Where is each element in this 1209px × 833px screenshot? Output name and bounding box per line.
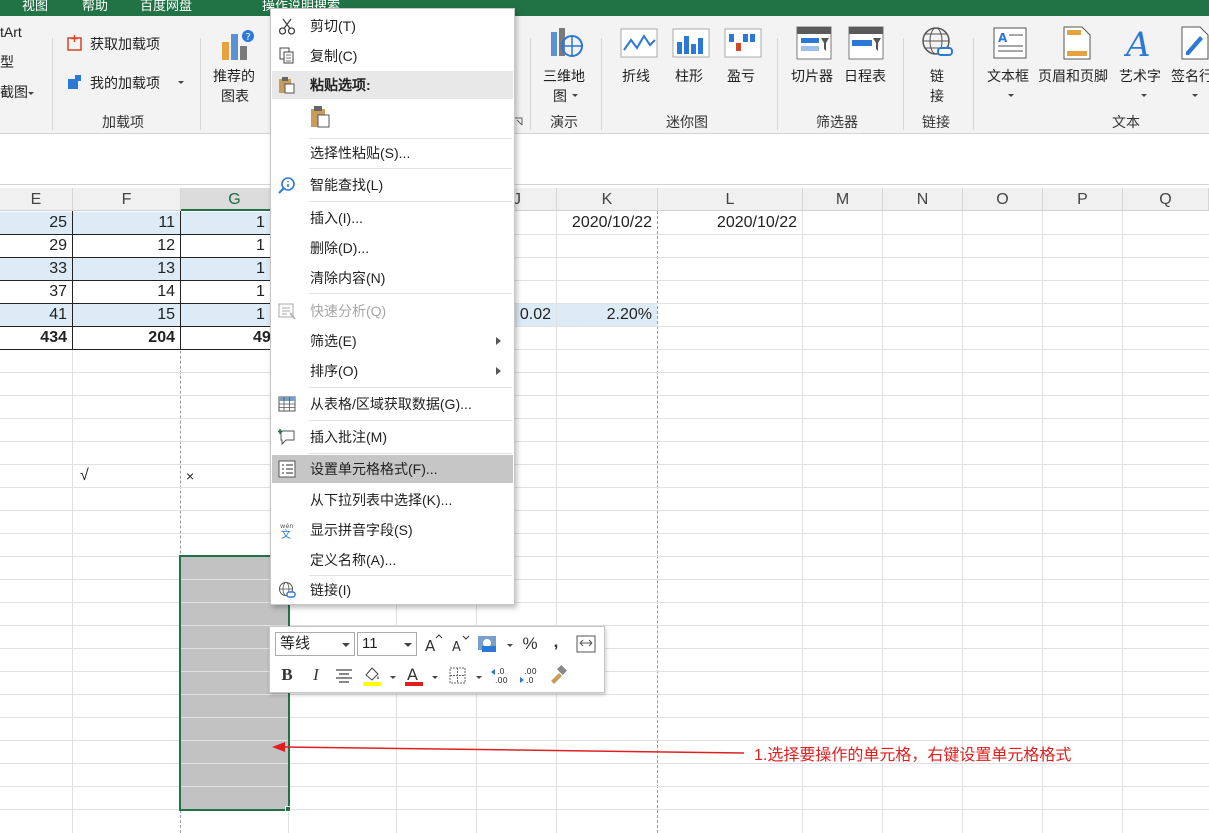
menu-item-delete[interactable]: 删除(D)...: [272, 234, 513, 262]
format-painter-icon[interactable]: [546, 663, 570, 694]
svg-text:.00: .00: [524, 667, 537, 676]
font-size-combo[interactable]: 11: [357, 632, 417, 656]
decrease-font-size-icon[interactable]: A: [450, 632, 470, 663]
phonetic-icon: wén 文: [278, 521, 296, 541]
font-color-icon[interactable]: A: [402, 663, 426, 694]
menu-item-pick-from-list[interactable]: 从下拉列表中选择(K)...: [272, 486, 513, 514]
menu-item-clear-contents[interactable]: 清除内容(N): [272, 264, 513, 292]
svg-text:文: 文: [281, 528, 291, 539]
comment-icon: [277, 428, 296, 446]
menu-item-cut[interactable]: 剪切(T): [272, 12, 513, 40]
chevron-down-icon: [390, 676, 396, 679]
submenu-arrow-icon: [496, 337, 501, 345]
menu-item-filter[interactable]: 筛选(E): [272, 327, 513, 355]
svg-text:A: A: [425, 637, 436, 655]
quick-analysis-icon: [278, 302, 296, 320]
number-format-icon[interactable]: [476, 632, 500, 663]
copy-icon: [278, 47, 296, 65]
smart-lookup-icon: [278, 176, 296, 194]
svg-text:A: A: [452, 640, 461, 655]
chevron-down-icon: [404, 643, 412, 647]
menu-item-phonetic[interactable]: wén 文 显示拼音字段(S): [272, 516, 513, 544]
chevron-down-icon: [507, 644, 513, 647]
svg-text:.0: .0: [497, 667, 505, 676]
svg-text:.00: .00: [495, 676, 508, 685]
italic-button[interactable]: I: [304, 663, 328, 687]
annotation-text: 1.选择要操作的单元格，右键设置单元格格式: [754, 747, 1072, 764]
menu-item-paste-special[interactable]: 选择性粘贴(S)...: [272, 139, 513, 167]
globe-link-icon: [278, 581, 296, 599]
align-center-icon[interactable]: [332, 663, 356, 694]
menu-item-define-name[interactable]: 定义名称(A)...: [272, 546, 513, 574]
menu-item-get-data-from-table[interactable]: 从表格/区域获取数据(G)...: [272, 390, 513, 418]
wrap-text-icon[interactable]: [575, 632, 599, 663]
menu-item-format-cells[interactable]: 设置单元格格式(F)...: [272, 455, 513, 483]
submenu-arrow-icon: [496, 367, 501, 375]
comma-style-button[interactable]: ,: [548, 630, 564, 654]
chevron-down-icon: [432, 676, 438, 679]
svg-text:A: A: [407, 665, 418, 684]
menu-item-sort[interactable]: 排序(O): [272, 357, 513, 385]
bold-button[interactable]: B: [275, 663, 299, 687]
increase-decimal-icon[interactable]: .0.00: [489, 663, 513, 694]
clipboard-icon: [278, 76, 296, 94]
borders-icon[interactable]: [446, 663, 470, 694]
increase-font-size-icon[interactable]: A: [423, 632, 443, 663]
menu-item-quick-analysis[interactable]: 快速分析(Q): [272, 297, 513, 325]
menu-item-insert[interactable]: 插入(I)...: [272, 204, 513, 232]
menu-item-copy[interactable]: 复制(C): [272, 42, 513, 70]
svg-text:wén: wén: [280, 522, 293, 530]
mini-toolbar: 等线 11 A A % , B I A .0.00 .00.0: [269, 626, 605, 693]
svg-text:.0: .0: [526, 676, 534, 685]
chevron-down-icon: [476, 676, 482, 679]
annotation-arrow: [272, 742, 745, 754]
fill-color-icon[interactable]: [360, 663, 384, 694]
format-cells-icon: [278, 460, 296, 478]
menu-paste-options-header: 粘贴选项:: [272, 71, 513, 99]
table-icon: [278, 395, 296, 413]
scissors-icon: [278, 17, 296, 35]
percent-style-button[interactable]: %: [519, 632, 541, 656]
chevron-down-icon: [342, 643, 350, 647]
paste-option-clipboard-icon[interactable]: [309, 105, 333, 131]
menu-item-link[interactable]: 链接(I): [272, 576, 513, 604]
decrease-decimal-icon[interactable]: .00.0: [518, 663, 542, 694]
font-name-combo[interactable]: 等线: [275, 632, 355, 656]
context-menu: 剪切(T) 复制(C) 粘贴选项: 选择性粘贴(S)... 智能查找(L) 插入…: [270, 8, 515, 605]
menu-item-insert-comment[interactable]: 插入批注(M): [272, 423, 513, 451]
menu-item-smart-lookup[interactable]: 智能查找(L): [272, 171, 513, 199]
